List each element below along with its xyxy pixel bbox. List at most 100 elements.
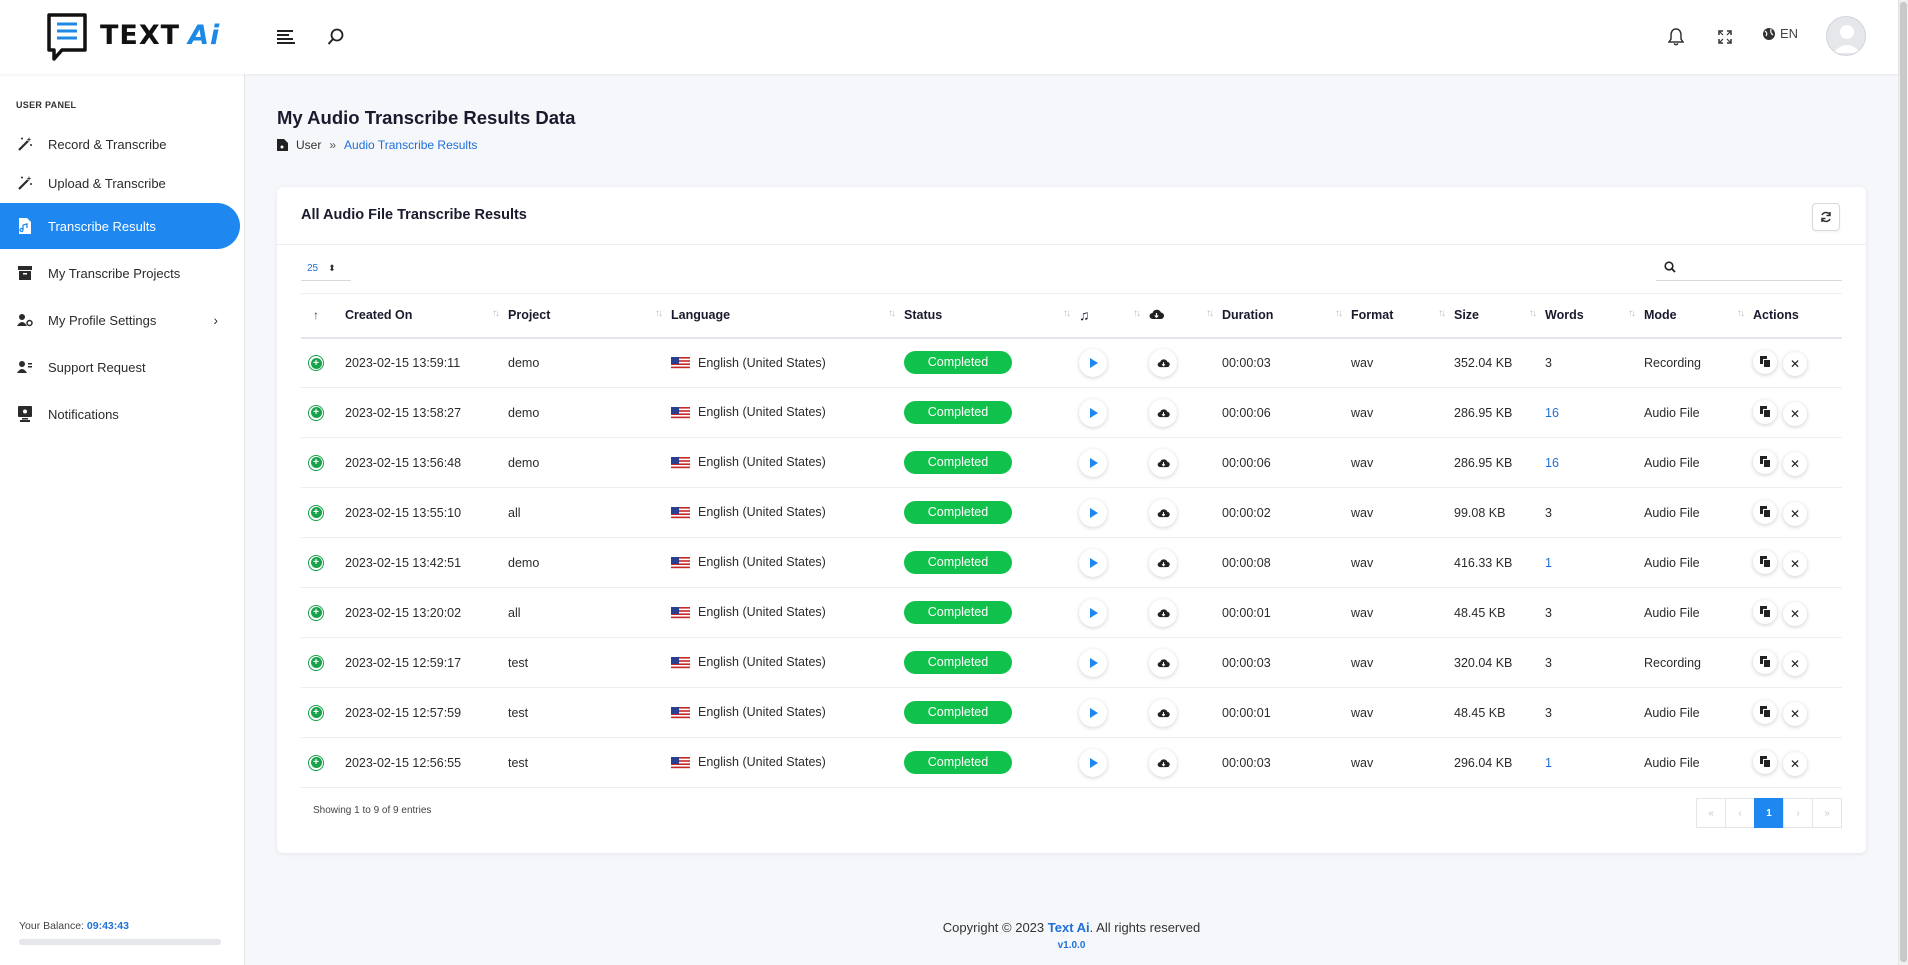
scrollbar-thumb[interactable] (1900, 2, 1907, 962)
copy-button[interactable] (1753, 549, 1777, 574)
download-button[interactable] (1149, 448, 1177, 477)
page-scrollbar[interactable] (1898, 0, 1908, 965)
column-header-format[interactable]: Format ↑↓ (1351, 293, 1454, 339)
delete-button[interactable]: ✕ (1783, 401, 1807, 426)
copy-button[interactable] (1753, 499, 1777, 524)
delete-button[interactable]: ✕ (1783, 501, 1807, 526)
menu-toggle-icon[interactable] (273, 24, 299, 50)
breadcrumb-separator-icon: » (329, 138, 337, 152)
column-header-created-on[interactable]: Created On ↑↓ (345, 293, 508, 339)
copy-button[interactable] (1753, 699, 1777, 724)
play-button[interactable] (1079, 648, 1107, 677)
download-button[interactable] (1149, 748, 1177, 777)
delete-button[interactable]: ✕ (1783, 551, 1807, 576)
download-button[interactable] (1149, 648, 1177, 677)
copy-button[interactable] (1753, 449, 1777, 474)
footer-brand-link[interactable]: Text Ai (1048, 920, 1090, 935)
brand-logo[interactable]: TEXT Ai (46, 12, 220, 61)
play-button[interactable] (1079, 748, 1107, 777)
download-button[interactable] (1149, 398, 1177, 427)
play-button[interactable] (1079, 348, 1107, 377)
breadcrumb-current[interactable]: Audio Transcribe Results (344, 138, 477, 152)
pagination-first[interactable]: « (1696, 798, 1726, 828)
pagination-last[interactable]: » (1812, 798, 1842, 828)
column-header-duration[interactable]: Duration ↑↓ (1222, 293, 1351, 339)
bell-icon[interactable] (1663, 24, 1689, 50)
close-icon: ✕ (1789, 556, 1801, 571)
play-button[interactable] (1079, 598, 1107, 627)
expand-row-icon[interactable]: + (308, 604, 324, 621)
search-icon[interactable] (323, 24, 349, 50)
expand-row-icon[interactable]: + (308, 704, 324, 721)
copy-button[interactable] (1753, 399, 1777, 424)
avatar[interactable] (1826, 16, 1866, 56)
column-header-status[interactable]: Status ↑↓ (904, 293, 1079, 339)
copy-button[interactable] (1753, 349, 1777, 374)
delete-button[interactable]: ✕ (1783, 351, 1807, 376)
play-button[interactable] (1079, 398, 1107, 427)
table-search[interactable] (1656, 254, 1842, 281)
cell-duration: 00:00:01 (1222, 687, 1351, 738)
play-button[interactable] (1079, 698, 1107, 727)
copy-button[interactable] (1753, 599, 1777, 624)
table-row: +2023-02-15 12:59:17 test English (United … (301, 637, 1842, 688)
expand-row-icon[interactable]: + (308, 504, 324, 521)
column-header-words[interactable]: Words ↑↓ (1545, 293, 1644, 339)
column-header-download[interactable]: ↑↓ (1149, 293, 1222, 339)
status-badge: Completed (904, 751, 1012, 774)
play-icon (1089, 357, 1098, 368)
cell-mode: Recording (1644, 337, 1753, 388)
language-selector[interactable]: EN (1762, 26, 1798, 41)
expand-row-icon[interactable]: + (308, 654, 324, 671)
download-button[interactable] (1149, 548, 1177, 577)
pagination-page-current[interactable]: 1 (1754, 798, 1784, 828)
cell-duration: 00:00:03 (1222, 337, 1351, 388)
download-button[interactable] (1149, 598, 1177, 627)
expand-row-icon[interactable]: + (308, 554, 324, 571)
column-header-project[interactable]: Project ↑↓ (508, 293, 671, 339)
download-button[interactable] (1149, 498, 1177, 527)
search-input[interactable] (1684, 260, 1834, 274)
cell-format: wav (1351, 587, 1454, 638)
download-button[interactable] (1149, 698, 1177, 727)
column-header-size[interactable]: Size ↑↓ (1454, 293, 1545, 339)
fullscreen-icon[interactable] (1712, 24, 1738, 50)
play-button[interactable] (1079, 498, 1107, 527)
column-header-play[interactable]: ♫ ↑↓ (1079, 293, 1149, 339)
sidebar-item-notifications[interactable]: Notifications (0, 391, 240, 437)
expand-row-icon[interactable]: + (308, 355, 324, 371)
delete-button[interactable]: ✕ (1783, 751, 1807, 776)
delete-button[interactable]: ✕ (1783, 601, 1807, 626)
column-header-sort[interactable]: ↑ (301, 293, 345, 339)
breadcrumb-root[interactable]: User (296, 138, 321, 152)
copy-icon (1759, 605, 1771, 618)
column-header-language[interactable]: Language ↑↓ (671, 293, 904, 339)
sort-icon: ↑↓ (492, 308, 500, 319)
delete-button[interactable]: ✕ (1783, 701, 1807, 726)
sort-icon: ↑↓ (1438, 308, 1446, 319)
delete-button[interactable]: ✕ (1783, 451, 1807, 476)
sidebar-item-my-profile-settings[interactable]: My Profile Settings › (0, 297, 240, 343)
copy-button[interactable] (1753, 749, 1777, 774)
sidebar-item-my-transcribe-projects[interactable]: My Transcribe Projects (0, 250, 240, 296)
pagination-next[interactable]: › (1783, 798, 1813, 828)
download-button[interactable] (1149, 348, 1177, 377)
play-button[interactable] (1079, 548, 1107, 577)
sidebar-item-upload-transcribe[interactable]: Upload & Transcribe (0, 160, 240, 206)
expand-row-icon[interactable]: + (308, 404, 324, 421)
cell-created-on: 2023-02-15 13:20:02 (345, 587, 508, 638)
sidebar-item-support-request[interactable]: Support Request (0, 344, 240, 390)
refresh-button[interactable] (1812, 203, 1840, 231)
copy-button[interactable] (1753, 649, 1777, 674)
cell-project: all (508, 587, 671, 638)
delete-button[interactable]: ✕ (1783, 651, 1807, 676)
expand-row-icon[interactable]: + (308, 754, 324, 771)
sidebar-item-transcribe-results[interactable]: Transcribe Results (0, 203, 240, 249)
page-length-select[interactable]: 25 ⬍ (301, 257, 351, 281)
cell-format: wav (1351, 687, 1454, 738)
pagination-prev[interactable]: ‹ (1725, 798, 1755, 828)
cell-project: demo (508, 387, 671, 438)
column-header-mode[interactable]: Mode ↑↓ (1644, 293, 1753, 339)
play-button[interactable] (1079, 448, 1107, 477)
expand-row-icon[interactable]: + (308, 454, 324, 471)
